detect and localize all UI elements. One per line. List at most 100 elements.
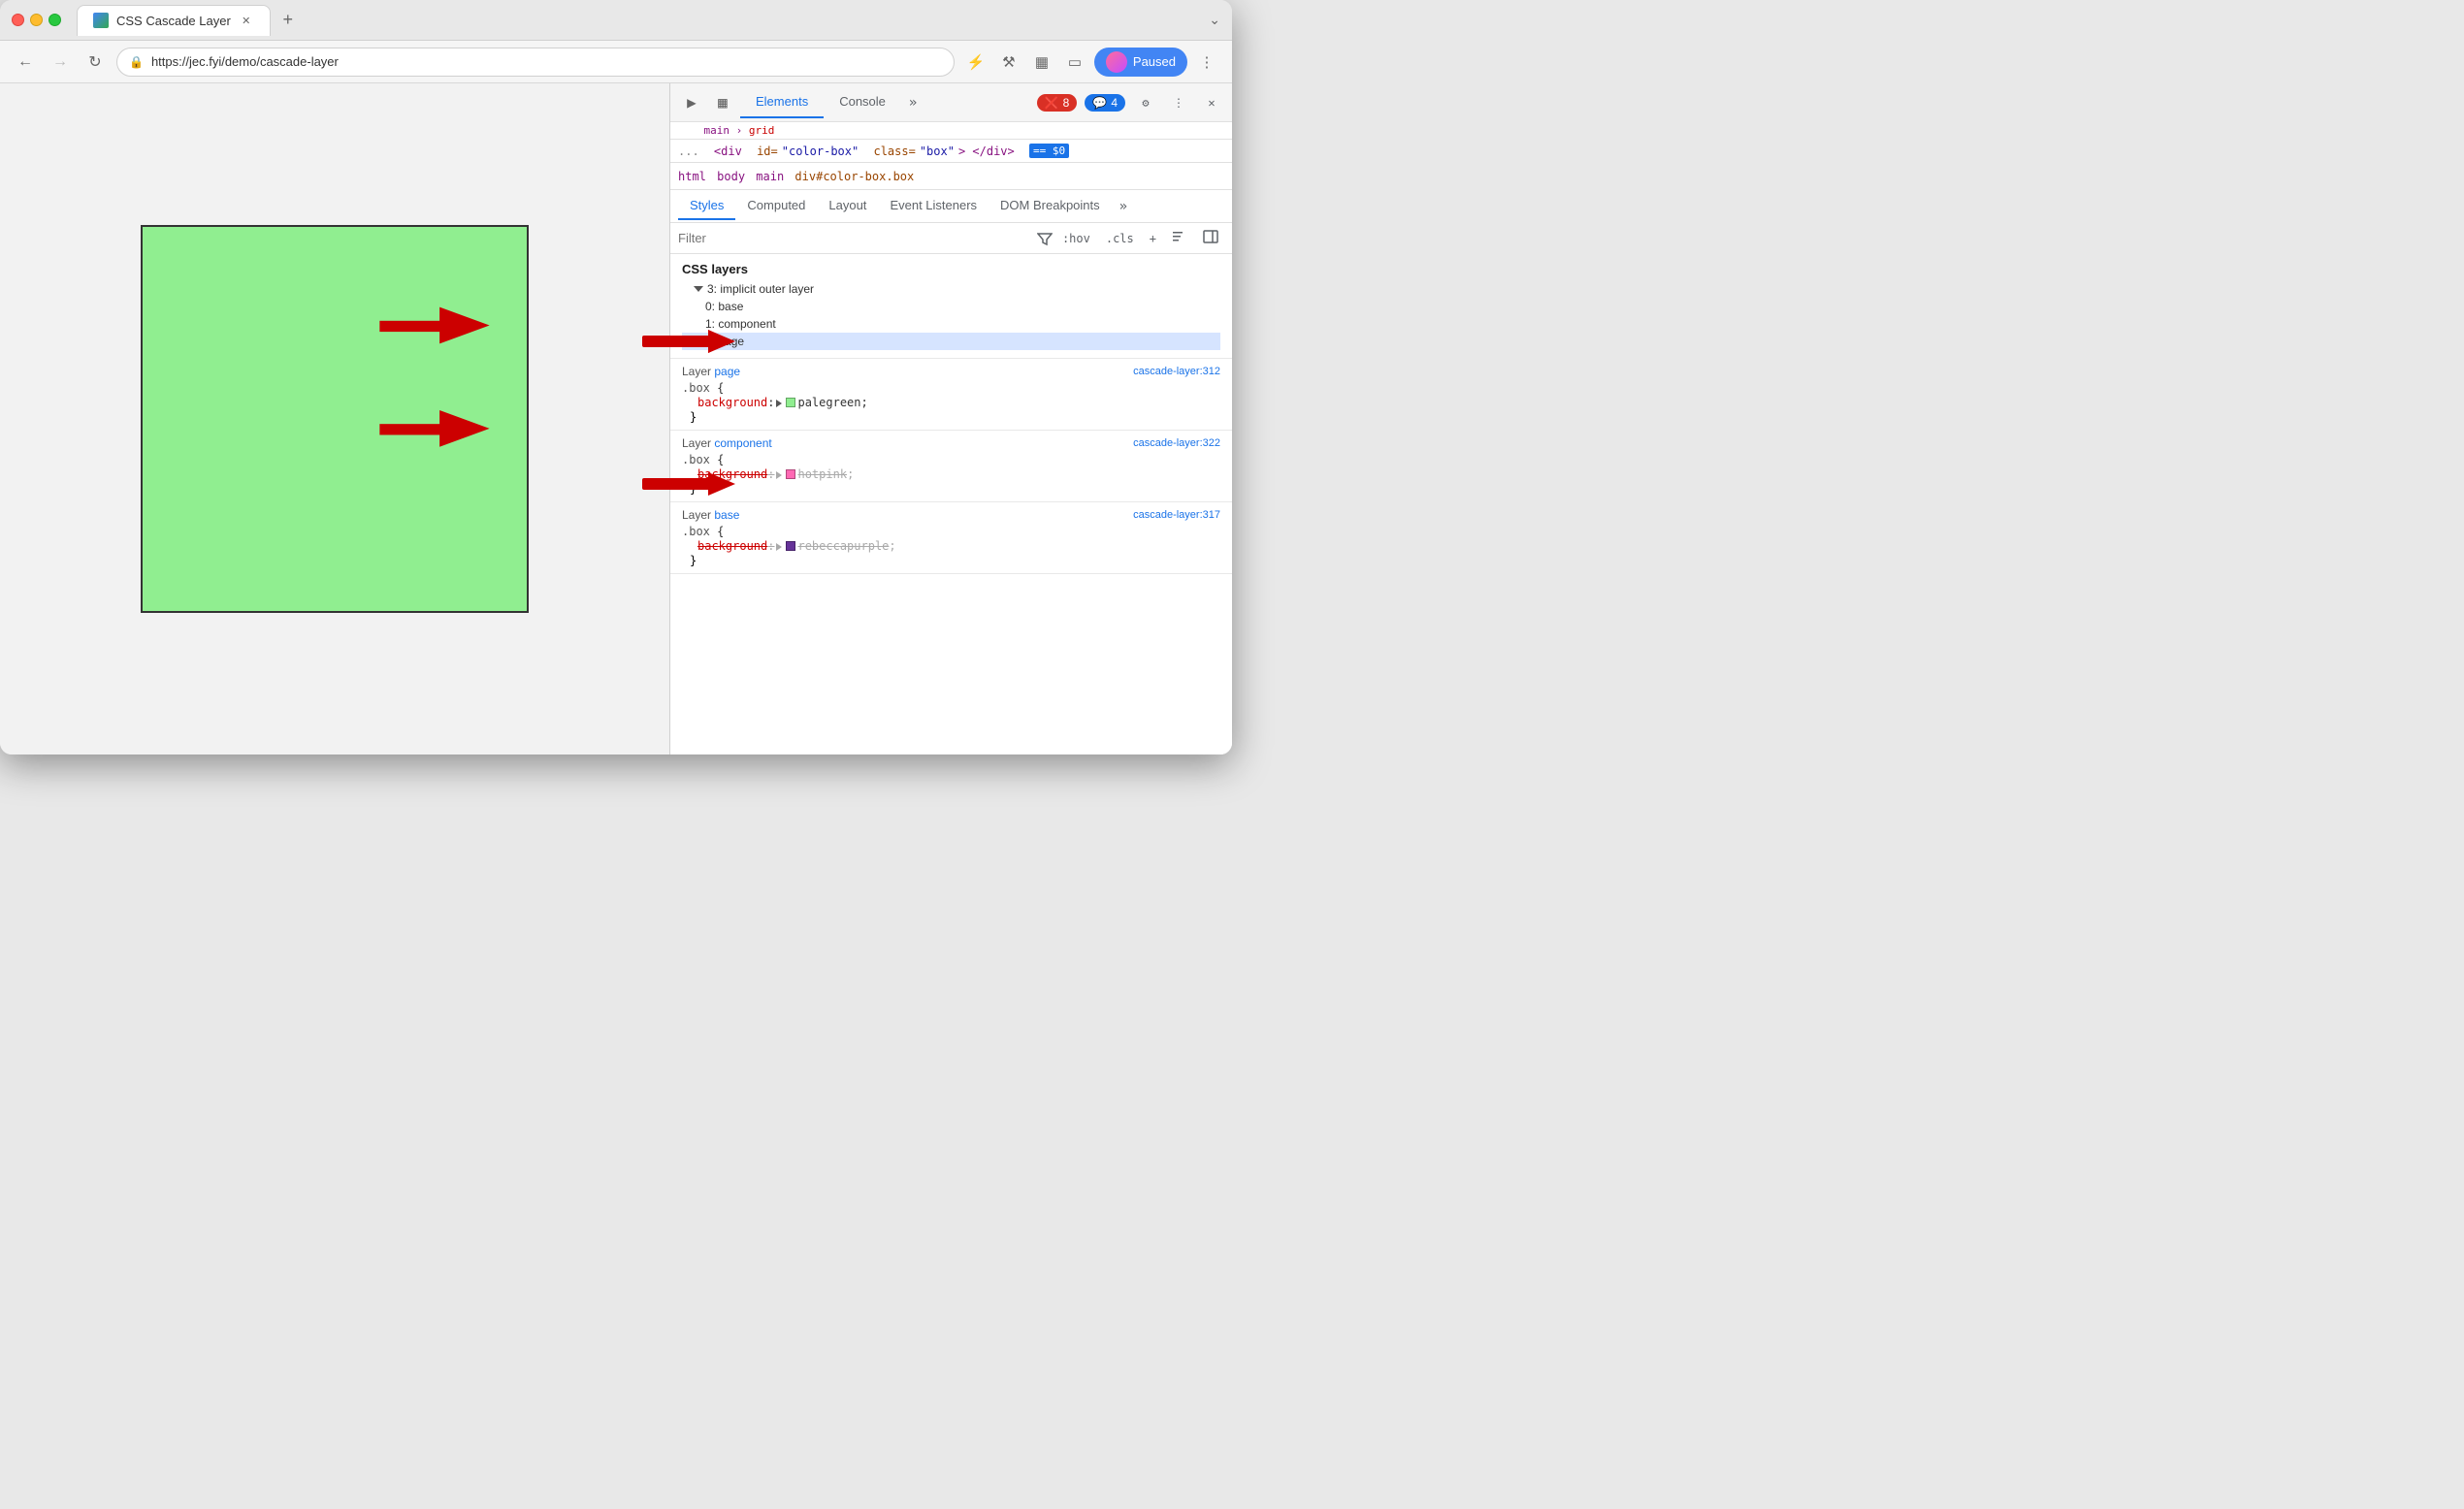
sidebar-icon: [1203, 229, 1218, 244]
subtabs-more-button[interactable]: »: [1112, 195, 1135, 218]
breadcrumb-sep-3: [786, 170, 793, 183]
css-layers-title: CSS layers: [682, 262, 1220, 276]
subtab-event-listeners[interactable]: Event Listeners: [878, 192, 989, 220]
menu-button[interactable]: ⋮: [1193, 48, 1220, 76]
breadcrumb-bar: html body main div#color-box.box: [670, 163, 1232, 190]
warning-badge[interactable]: 💬 4: [1085, 94, 1125, 112]
breadcrumb-sep-2: [747, 170, 754, 183]
layer-item-base[interactable]: 0: base: [682, 298, 1220, 315]
devtools-device-icon[interactable]: ▦: [709, 89, 736, 116]
color-swatch-arrow-base: [774, 539, 784, 553]
css-value-base: rebeccapurple: [797, 539, 889, 553]
css-selector-component: .box {: [682, 453, 1220, 466]
devtools-inspect-icon[interactable]: ▶: [678, 89, 705, 116]
devtools-more-icon[interactable]: ⋮: [1166, 90, 1191, 115]
close-button[interactable]: [12, 14, 24, 26]
css-value-component: hotpink: [797, 467, 847, 481]
add-style-button[interactable]: +: [1144, 230, 1162, 247]
color-swatch-component[interactable]: [786, 469, 795, 479]
css-value-page: palegreen: [797, 396, 860, 409]
devtools-close-icon[interactable]: ✕: [1199, 90, 1224, 115]
breadcrumb-body[interactable]: body: [717, 170, 745, 183]
title-bar: CSS Cascade Layer ✕ + ⌄: [0, 0, 1232, 41]
error-badge[interactable]: ❌ 8: [1037, 94, 1078, 112]
devtools-icon[interactable]: ⚒: [995, 48, 1022, 76]
layer-item-component[interactable]: 1: component: [682, 315, 1220, 333]
breadcrumb-div[interactable]: div#color-box.box: [794, 170, 914, 183]
more-tabs-button[interactable]: »: [901, 91, 924, 114]
layer-label-page: Layer: [682, 365, 714, 378]
styles-content: CSS layers 3: implicit outer layer 0: ba…: [670, 254, 1232, 754]
rule-block-base: Layer base cascade-layer:317 .box { back…: [670, 502, 1232, 574]
subtab-layout[interactable]: Layout: [817, 192, 878, 220]
active-tab[interactable]: CSS Cascade Layer ✕: [77, 5, 271, 36]
css-close-brace-component: }: [682, 482, 1220, 496]
warning-icon: 💬: [1092, 96, 1107, 110]
tab-elements[interactable]: Elements: [740, 86, 824, 118]
filter-actions: :hov .cls +: [1037, 227, 1224, 249]
devtools-settings-icon[interactable]: ⚙: [1133, 90, 1158, 115]
css-rule-background-base: background : rebeccapurple;: [682, 538, 1220, 554]
filter-funnel-icon[interactable]: [1037, 231, 1053, 246]
subtab-computed[interactable]: Computed: [735, 192, 817, 220]
computed-sidebar-button[interactable]: [1197, 227, 1224, 249]
tab-console[interactable]: Console: [824, 86, 901, 118]
main-content: ▶ ▦ Elements Console » ❌ 8 💬 4 ⚙: [0, 83, 1232, 754]
dom-id-value: "color-box": [782, 144, 859, 158]
extensions-icon[interactable]: ⚡: [962, 48, 989, 76]
subtab-styles[interactable]: Styles: [678, 192, 735, 220]
color-swatch-arrow-page: [774, 396, 784, 409]
subtab-dom-breakpoints[interactable]: DOM Breakpoints: [989, 192, 1112, 220]
maximize-button[interactable]: [49, 14, 61, 26]
layer-label-base: Layer: [682, 508, 714, 522]
new-rule-button[interactable]: [1166, 227, 1193, 249]
hover-filter-button[interactable]: :hov: [1056, 230, 1096, 247]
minimize-button[interactable]: [30, 14, 43, 26]
css-colon-base: :: [767, 539, 774, 553]
rule-block-page: Layer page cascade-layer:312 .box { back…: [670, 359, 1232, 431]
nav-actions: ⚡ ⚒ ▦ ▭ Paused ⋮: [962, 48, 1220, 77]
tab-bar: CSS Cascade Layer ✕ + ⌄: [77, 5, 1220, 36]
color-swatch-page[interactable]: [786, 398, 795, 407]
tab-title: CSS Cascade Layer: [116, 14, 231, 28]
refresh-button[interactable]: ↻: [81, 48, 109, 76]
breadcrumb-main[interactable]: main: [756, 170, 784, 183]
layer-page-label: 2: page: [705, 335, 744, 348]
layer-link-component[interactable]: component: [714, 436, 771, 450]
layer-link-page[interactable]: page: [714, 365, 740, 378]
class-filter-button[interactable]: .cls: [1100, 230, 1140, 247]
forward-button[interactable]: →: [47, 48, 74, 76]
dom-close-tag: > </div>: [958, 144, 1015, 158]
browser-window: CSS Cascade Layer ✕ + ⌄ ← → ↻ 🔒 https://…: [0, 0, 1232, 754]
css-close-brace-base: }: [682, 554, 1220, 567]
tab-favicon-icon: [93, 13, 109, 28]
devtools-header-actions: ❌ 8 💬 4 ⚙ ⋮ ✕: [1037, 90, 1224, 115]
layer-item-page[interactable]: 2: page: [682, 333, 1220, 350]
css-selector-base: .box {: [682, 525, 1220, 538]
color-box: [141, 225, 529, 613]
paused-button[interactable]: Paused: [1094, 48, 1187, 77]
rule-source-base[interactable]: cascade-layer:317: [1133, 509, 1220, 521]
css-prop-background-page: background: [697, 396, 767, 409]
css-close-brace-page: }: [682, 410, 1220, 424]
dom-selected-marker: == $0: [1029, 144, 1069, 158]
tab-menu-button[interactable]: ⌄: [1209, 12, 1220, 28]
breadcrumb-html[interactable]: html: [678, 170, 706, 183]
new-tab-button[interactable]: +: [275, 7, 302, 34]
screenshot-icon[interactable]: ▦: [1028, 48, 1055, 76]
rule-source-page[interactable]: cascade-layer:312: [1133, 366, 1220, 377]
sidebar-icon[interactable]: ▭: [1061, 48, 1088, 76]
back-button[interactable]: ←: [12, 48, 39, 76]
dom-class-value: "box": [920, 144, 955, 158]
rule-source-component[interactable]: cascade-layer:322: [1133, 437, 1220, 449]
styles-subtabs: Styles Computed Layout Event Listeners D…: [670, 190, 1232, 223]
dom-id-attr: id=: [757, 144, 778, 158]
color-swatch-base[interactable]: [786, 541, 795, 551]
tab-close-button[interactable]: ✕: [239, 13, 254, 28]
filter-input[interactable]: [678, 231, 1029, 245]
layer-link-base[interactable]: base: [714, 508, 739, 522]
filter-bar: :hov .cls +: [670, 223, 1232, 254]
address-bar[interactable]: 🔒 https://jec.fyi/demo/cascade-layer: [116, 48, 955, 77]
layer-item-implicit[interactable]: 3: implicit outer layer: [682, 280, 1220, 298]
breadcrumb-sep-1: [708, 170, 715, 183]
